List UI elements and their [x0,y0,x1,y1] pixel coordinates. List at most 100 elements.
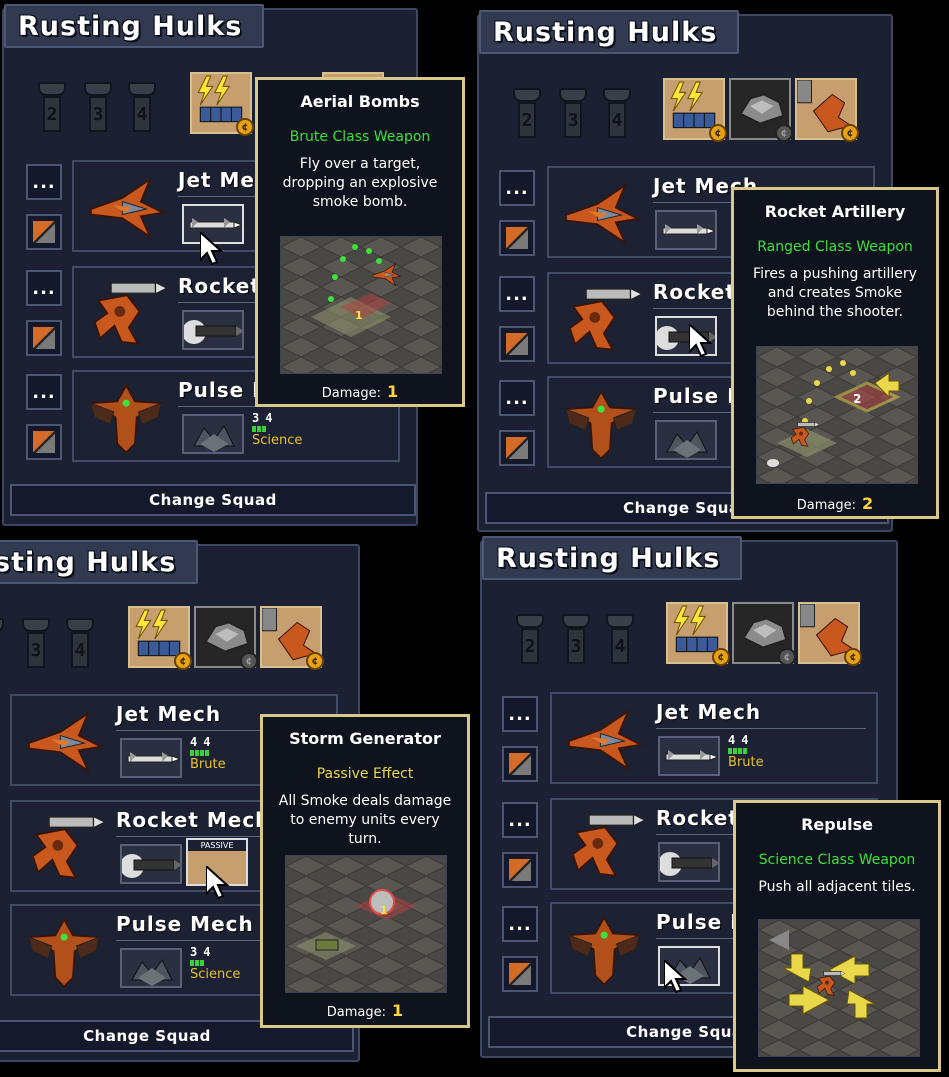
mech-name: Rocket Mech [116,808,271,832]
mech-class: Science [190,967,241,982]
coin-icon: ¢ [709,124,727,142]
pilot-portrait-icon[interactable]: ¢ [128,606,192,670]
pilot-portrait-icon[interactable]: ¢ [190,72,254,136]
slot-number: 2 [43,96,61,132]
mech-color-button[interactable] [502,746,538,782]
pilot-options-button[interactable]: ... [26,164,62,200]
repulse-weapon-icon[interactable] [120,948,182,988]
coin-icon: ¢ [712,648,730,666]
pilot-portrait-icon[interactable]: ¢ [194,606,258,670]
cursor-arrow-icon [200,232,222,265]
coin-icon: ¢ [240,652,258,670]
jet-mech-icon [564,184,640,244]
tooltip-class: Passive Effect [316,766,414,782]
mech-color-button[interactable] [26,424,62,460]
pulse-mech-icon [89,384,163,454]
rocket-weapon-icon[interactable] [182,310,244,350]
weapon-tooltip-repulse: Repulse Science Class Weapon Push all ad… [733,800,941,1072]
slot-number: 3 [567,628,585,664]
pilot-portrait-icon[interactable]: ¢ [663,78,727,142]
mech-color-button[interactable] [502,852,538,888]
pilot-options-button[interactable]: ... [502,906,538,942]
jet-mech-icon [567,710,643,770]
slot-number: 2 [518,102,536,138]
tooltip-title: Rocket Artillery [764,202,906,221]
pilot-slot-2: 2 [516,614,544,664]
rocket-weapon-icon[interactable] [120,844,182,884]
mech-stats: 34 Science [190,945,241,982]
squad-title: Rusting Hulks [0,546,177,578]
pilot-portrait-icon[interactable]: ¢ [795,78,859,142]
rocket-mech-icon [31,815,106,879]
tooltip-class: Ranged Class Weapon [757,239,913,255]
cursor-arrow-icon [689,324,711,357]
mech-color-button[interactable] [502,956,538,992]
mech-color-button[interactable] [26,320,62,356]
mech-color-button[interactable] [499,326,535,362]
pilot-options-button[interactable]: ... [26,374,62,410]
coin-icon: ¢ [174,652,192,670]
jet-mech-icon [27,712,102,772]
cursor-arrow-icon [664,960,686,993]
mech-class: Brute [190,757,226,772]
pilot-slot-3: 3 [84,82,112,132]
mech-class: Science [252,433,303,448]
pilot-portrait-icon[interactable]: ¢ [732,602,796,666]
pilot-options-button[interactable]: ... [499,276,535,312]
slot-number: 3 [27,632,45,668]
pilot-slot-3: 3 [22,618,50,668]
tooltip-title: Repulse [801,815,873,834]
rocket-weapon-icon[interactable] [658,842,720,882]
squad-title-tab: Rusting Hulks [4,4,265,48]
pilot-options-button[interactable]: ... [502,802,538,838]
tooltip-description: Fires a pushing artillery and creates Sm… [753,266,917,320]
tooltip-title: Aerial Bombs [300,92,420,111]
pilot-slot-3: 3 [562,614,590,664]
coin-icon: ¢ [306,652,324,670]
mech-color-button[interactable] [499,220,535,256]
tooltip-damage: Damage: 1 [326,1001,404,1020]
tooltip-damage: Damage: 1 [321,382,399,401]
mech-color-button[interactable] [26,214,62,250]
squad-title-tab: Rusting Hulks [482,536,743,580]
missile-weapon-icon[interactable] [655,210,717,250]
missile-weapon-icon[interactable] [120,738,182,778]
coin-icon: ¢ [841,124,859,142]
pilot-portrait-icon[interactable]: ¢ [729,78,793,142]
mech-color-button[interactable] [499,430,535,466]
mech-name: Rocket [178,274,261,298]
missile-weapon-icon[interactable] [658,736,720,776]
tooltip-class: Science Class Weapon [758,852,916,868]
slot-number: 4 [71,632,89,668]
mech-name: Rocket [656,806,739,830]
mech-name: Rocket [653,280,736,304]
rocket-mech-icon [568,287,643,351]
coin-icon: ¢ [778,648,796,666]
coin-icon: ¢ [775,124,793,142]
pilot-portrait-icon[interactable]: ¢ [260,606,324,670]
mech-stats: 44 Brute [728,733,764,770]
pilot-slot-4: 4 [603,88,631,138]
pilot-portrait-icon[interactable]: ¢ [666,602,730,666]
tooltip-preview-image: 1 [280,236,442,374]
pilot-options-button[interactable]: ... [26,270,62,306]
pilot-portrait-icon[interactable]: ¢ [798,602,862,666]
svg-text:1: 1 [355,309,363,322]
pilot-options-button[interactable]: ... [499,170,535,206]
svg-text:1: 1 [380,904,388,917]
weapon-tooltip-aerial-bombs: Aerial Bombs Brute Class Weapon Fly over… [255,77,465,407]
pilot-options-button[interactable]: ... [499,380,535,416]
slot-number: 4 [611,628,629,664]
pilot-options-button[interactable]: ... [502,696,538,732]
pilot-slot-4: 4 [128,82,156,132]
squad-title: Rusting Hulks [493,16,718,48]
pilot-slot-2: 2 [38,82,66,132]
pulse-mech-icon [568,916,641,986]
slot-number: 4 [133,96,151,132]
tooltip-title: Storm Generator [289,729,441,748]
repulse-weapon-icon[interactable] [182,414,244,454]
svg-text:2: 2 [853,392,861,406]
repulse-weapon-icon[interactable] [655,420,717,460]
change-squad-button[interactable]: Change Squad [10,484,416,516]
tooltip-preview-image [758,919,920,1057]
